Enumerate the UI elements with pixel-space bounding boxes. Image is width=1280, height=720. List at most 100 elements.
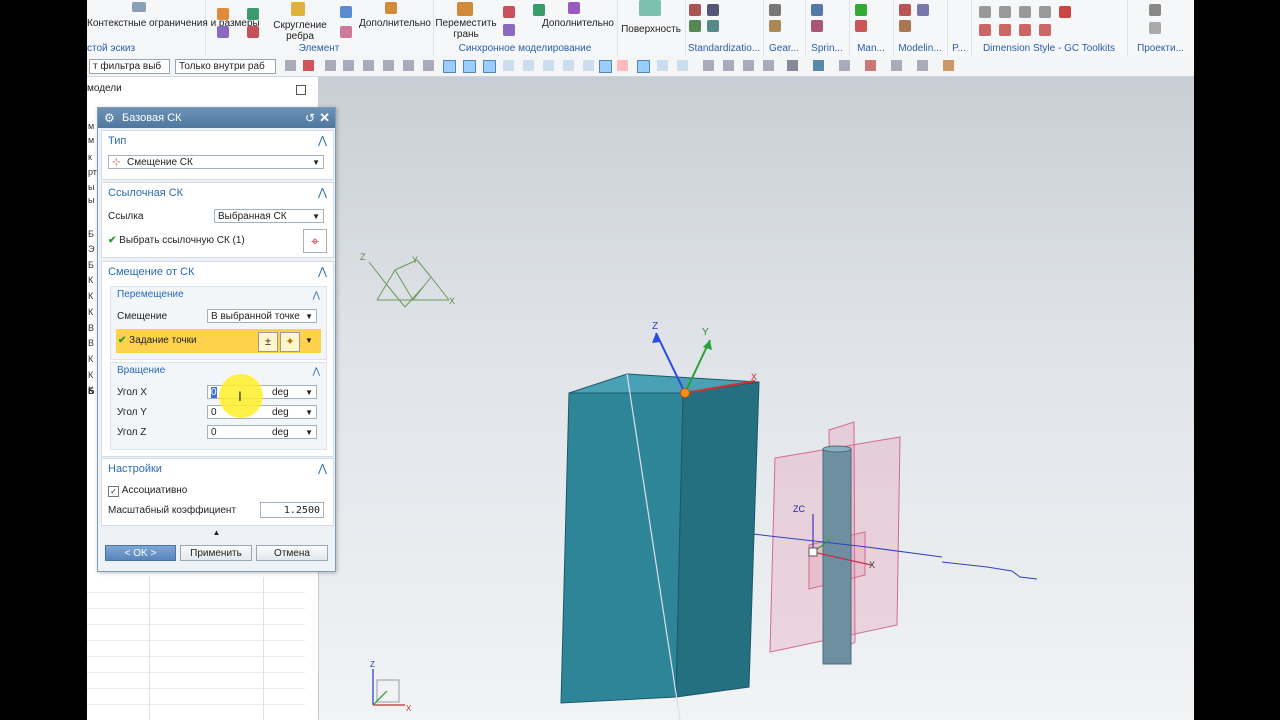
snap-icon[interactable] <box>599 60 612 73</box>
toolbar-icon[interactable] <box>423 60 434 71</box>
select-reference-row[interactable]: ✔ Выбрать ссылочную СК (1) <box>108 235 245 246</box>
tree-node[interactable]: В <box>88 338 94 348</box>
snap-icon[interactable] <box>503 60 514 71</box>
toolbar-icon[interactable] <box>343 60 354 71</box>
tool-icon[interactable] <box>689 20 701 32</box>
type-filter-select[interactable]: т фильтра выб <box>89 59 170 74</box>
snap-icon[interactable] <box>583 60 594 71</box>
move-face-button[interactable]: Переместить грань <box>433 18 499 40</box>
more-button[interactable]: Дополнительно <box>355 18 435 29</box>
tree-node[interactable]: В <box>88 323 94 333</box>
view-icon[interactable] <box>891 60 902 71</box>
scope-select[interactable]: Только внутри раб <box>175 59 276 74</box>
tree-node[interactable]: ы <box>88 182 94 192</box>
dimension-icon[interactable] <box>1039 24 1051 36</box>
type-select[interactable]: ⊹ Смещение СК ▼ <box>108 155 324 169</box>
view-icon[interactable] <box>943 60 954 71</box>
feature-icon[interactable] <box>247 26 259 38</box>
toolbar-icon[interactable] <box>285 60 296 71</box>
section-header[interactable]: Ссылочная СК ⋀ <box>102 183 333 203</box>
crosshair-icon[interactable]: ⌖ <box>303 229 327 253</box>
tree-node[interactable]: Б <box>88 260 94 270</box>
snap-icon[interactable] <box>543 60 554 71</box>
surface-button[interactable]: Поверхность <box>617 24 685 35</box>
tree-node[interactable]: Б <box>88 229 94 239</box>
close-icon[interactable]: ✕ <box>319 108 330 128</box>
tree-node[interactable]: К <box>88 291 93 301</box>
view-icon[interactable] <box>723 60 734 71</box>
modeling-icon[interactable] <box>899 4 911 16</box>
feature-icon[interactable] <box>340 26 352 38</box>
tree-node[interactable]: рт <box>88 167 97 177</box>
dimension-icon[interactable] <box>999 6 1011 18</box>
dimension-icon[interactable] <box>1059 6 1071 18</box>
more-icon[interactable] <box>385 2 397 14</box>
feature-icon[interactable] <box>217 26 229 38</box>
tree-node[interactable]: К <box>88 275 93 285</box>
section-header[interactable]: Смещение от СК ⋀ <box>102 262 333 282</box>
dimension-icon[interactable] <box>979 6 991 18</box>
tree-node[interactable]: м <box>88 121 94 131</box>
view-icon[interactable] <box>865 60 876 71</box>
edge-blend-button[interactable]: Скругление ребра <box>265 20 335 42</box>
toolbar-icon[interactable] <box>325 60 336 71</box>
tree-node[interactable]: Э <box>88 244 94 254</box>
collapse-icon[interactable]: ⋀ <box>318 459 327 479</box>
tree-node[interactable]: ы <box>88 195 94 205</box>
feature-icon[interactable] <box>217 8 229 20</box>
snap-icon[interactable] <box>637 60 650 73</box>
specify-point-row[interactable]: ✔ Задание точки ± ✦ ▼ <box>116 329 321 353</box>
dimension-icon[interactable] <box>1019 6 1031 18</box>
snap-icon[interactable] <box>563 60 574 71</box>
more-button[interactable]: Дополнительно <box>538 18 618 29</box>
snap-icon[interactable] <box>523 60 534 71</box>
modeling-icon[interactable] <box>917 4 929 16</box>
constraints-button[interactable]: Контекстные ограничения и размеры <box>87 18 260 29</box>
toolbar-icon[interactable] <box>403 60 414 71</box>
tool-icon[interactable] <box>707 4 719 16</box>
modeling-icon[interactable] <box>899 20 911 32</box>
feature-icon[interactable] <box>247 8 259 20</box>
view-icon[interactable] <box>703 60 714 71</box>
chevron-down-icon[interactable]: ▼ <box>302 332 316 350</box>
tool-icon[interactable] <box>707 20 719 32</box>
toolbar-icon[interactable] <box>363 60 374 71</box>
tree-node[interactable]: К <box>88 370 93 380</box>
tree-node[interactable]: м <box>88 135 94 145</box>
subsection-header[interactable]: Перемещение ⋀ <box>111 287 326 303</box>
maximize-icon[interactable] <box>296 85 306 95</box>
angle-z-unit[interactable]: deg <box>272 426 289 438</box>
snap-icon[interactable] <box>463 60 476 73</box>
subsection-header[interactable]: Вращение ⋀ <box>111 363 326 379</box>
dimension-icon[interactable] <box>979 24 991 36</box>
design-icon[interactable] <box>1149 22 1161 34</box>
collapse-icon[interactable]: ⋀ <box>318 262 327 282</box>
angle-x-unit[interactable]: deg <box>272 386 289 398</box>
toolbar-icon[interactable] <box>383 60 394 71</box>
associative-checkbox[interactable]: ✓ Ассоциативно <box>108 485 187 497</box>
gear-icon[interactable] <box>769 20 781 32</box>
tree-node[interactable]: к <box>88 152 92 162</box>
dimension-icon[interactable] <box>1039 6 1051 18</box>
collapse-dialog-icon[interactable]: ▲ <box>98 528 335 537</box>
surface-icon[interactable] <box>639 0 661 16</box>
dimension-icon[interactable] <box>1019 24 1031 36</box>
view-icon[interactable] <box>813 60 824 71</box>
design-icon[interactable] <box>1149 4 1161 16</box>
reset-icon[interactable]: ↺ <box>305 108 315 128</box>
apply-button[interactable]: Применить <box>180 545 252 561</box>
section-header[interactable]: Настройки ⋀ <box>102 459 333 479</box>
section-header[interactable]: Тип ⋀ <box>102 131 333 151</box>
snap-icon[interactable] <box>677 60 688 71</box>
reference-select[interactable]: Выбранная СК ▼ <box>214 209 324 223</box>
snap-icon[interactable] <box>657 60 668 71</box>
edge-blend-icon[interactable] <box>291 2 305 16</box>
collapse-icon[interactable]: ⋀ <box>313 363 320 379</box>
tree-node[interactable]: К <box>88 354 93 364</box>
tree-node[interactable]: К <box>88 307 93 317</box>
snap-icon[interactable] <box>443 60 456 73</box>
collapse-icon[interactable]: ⋀ <box>313 287 320 303</box>
cancel-button[interactable]: Отмена <box>256 545 328 561</box>
more-icon[interactable] <box>568 2 580 14</box>
constraints-icon[interactable] <box>132 2 146 12</box>
